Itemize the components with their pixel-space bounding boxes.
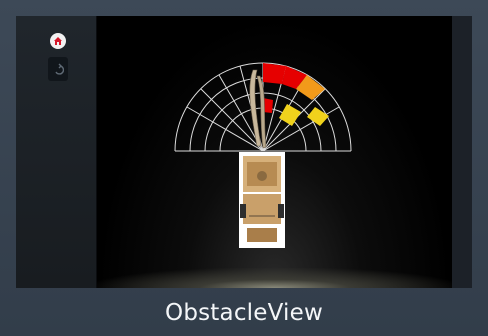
- right-strip: [452, 16, 472, 288]
- obstacle-radar: [174, 62, 352, 248]
- sensor-zone-mid-right-2: [279, 104, 301, 126]
- sensor-zone-near-right: [263, 63, 286, 84]
- back-arrow-icon: [55, 63, 64, 75]
- vehicle-illustration: [239, 152, 285, 248]
- page-title: ObstacleView: [165, 300, 323, 326]
- home-button[interactable]: [50, 33, 66, 49]
- home-icon: [54, 37, 62, 45]
- back-button[interactable]: [48, 57, 68, 81]
